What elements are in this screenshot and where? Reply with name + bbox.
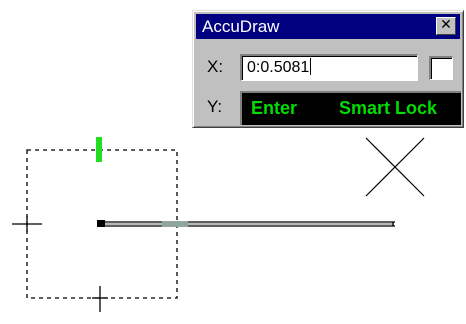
- line-start-point: [97, 220, 105, 227]
- accudraw-window[interactable]: AccuDraw ✕ X: 0:0.5081 Y: Enter Smart Lo…: [192, 10, 464, 128]
- window-title: AccuDraw: [202, 17, 280, 36]
- rubberband-line: [97, 220, 395, 227]
- close-icon: ✕: [440, 17, 452, 33]
- x-input[interactable]: 0:0.5081: [240, 54, 418, 81]
- x-value: 0:0.5081: [247, 59, 310, 76]
- y-label: Y:: [207, 97, 223, 116]
- y-status-display: Enter Smart Lock: [240, 91, 461, 125]
- close-button[interactable]: ✕: [436, 17, 456, 35]
- line-midpoint-highlight: [162, 221, 188, 227]
- status-enter: Enter: [251, 98, 298, 118]
- x-label: X:: [207, 57, 224, 76]
- text-caret: [310, 58, 312, 75]
- status-smart-lock: Smart Lock: [339, 98, 438, 118]
- accudraw-titlebar[interactable]: AccuDraw ✕: [196, 14, 460, 39]
- compass-tick-top-active: [96, 137, 102, 162]
- x-lock-checkbox[interactable]: [429, 56, 453, 80]
- crosshair-cursor-icon: [365, 137, 425, 197]
- cad-viewport[interactable]: AccuDraw ✕ X: 0:0.5081 Y: Enter Smart Lo…: [0, 0, 466, 324]
